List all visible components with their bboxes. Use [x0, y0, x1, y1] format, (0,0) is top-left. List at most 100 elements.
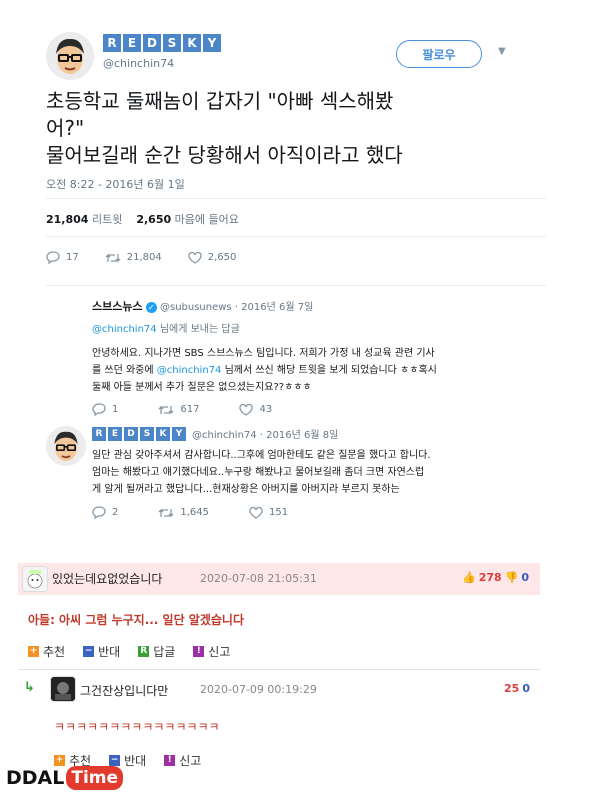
recommend-label: 추천	[43, 645, 66, 659]
comment-votes: 25 0	[504, 682, 530, 695]
profile-avatar[interactable]	[46, 32, 94, 80]
follow-button[interactable]: 팔로우	[396, 40, 482, 68]
name-letter-tile: R	[103, 34, 121, 52]
retweet-icon	[158, 508, 174, 517]
reply-to-line: @chinchin74 님에게 보내는 답글	[92, 320, 542, 335]
divider	[46, 236, 546, 237]
reply-actions: 2 1,645 151	[92, 506, 288, 519]
reply-body-text: 님께서 쓰신 해당 트윗을 보게 되었습니다 ㅎㅎ혹시	[221, 365, 437, 376]
thumbs-up-icon[interactable]: 👍	[462, 571, 476, 584]
like-action[interactable]: 2,650	[188, 251, 236, 264]
reply-avatar[interactable]	[46, 426, 86, 466]
name-letter-tile: E	[108, 426, 122, 441]
verified-badge-icon: ✓	[145, 301, 157, 313]
retweet-action-count: 1,645	[180, 507, 210, 518]
comment-text: ㅋㅋㅋㅋㅋㅋㅋㅋㅋㅋㅋㅋㅋㅋㅋ	[54, 720, 220, 734]
name-letter-tile: Y	[203, 34, 221, 52]
reply-count: 17	[66, 252, 79, 263]
like-count[interactable]: 2,650	[136, 213, 171, 226]
mention-link[interactable]: @chinchin74	[157, 365, 222, 376]
retweet-icon	[158, 405, 174, 414]
avatar-face-icon	[46, 32, 94, 80]
reply-tweet: R E D S K Y @chinchin74 · 2016년 6월 8일 일단…	[92, 426, 542, 498]
minus-icon: −	[83, 646, 95, 657]
reply-author-name[interactable]: 스브스뉴스	[92, 300, 143, 313]
reply-body-line: 둘째 아들 분께서 추가 질문은 없으셨는지요??ㅎㅎㅎ	[92, 382, 312, 393]
heart-icon	[249, 506, 263, 519]
retweet-icon	[105, 253, 121, 262]
plus-icon: +	[54, 755, 65, 766]
comment-buttons: + 추천 − 반대 R 답글 ! 신고	[28, 643, 230, 660]
tweet-card: R E D S K Y @chinchin74 팔로우 ▼ 초등학교 둘째놈이 …	[28, 18, 558, 538]
reply-action[interactable]: 17	[46, 251, 79, 264]
reply-handle-date[interactable]: @chinchin74 · 2016년 6월 8일	[192, 426, 338, 441]
reply-body-text: 를 쓰던 와중에	[92, 365, 157, 376]
display-name[interactable]: R E D S K Y	[103, 34, 221, 52]
tweet-actions: 17 21,804 2,650	[46, 251, 236, 264]
tweet-text-line: 물어보길래 순간 당황해서 아직이라고 했다	[46, 143, 403, 167]
retweet-label: 리트윗	[91, 213, 123, 226]
retweet-action[interactable]: 1,645	[158, 507, 209, 519]
tweet-timestamp[interactable]: 오전 8:22 - 2016년 6월 1일	[46, 176, 185, 192]
divider	[46, 198, 546, 199]
like-label: 마음에 들어요	[174, 213, 239, 226]
reply-body-line: 게 알게 될꺼라고 했답니다...현재상황은 아버지를 아버지라 부르지 못하는	[92, 484, 400, 495]
report-button[interactable]: ! 신고	[164, 752, 201, 769]
report-button[interactable]: ! 신고	[193, 643, 230, 660]
retweet-action[interactable]: 617	[158, 404, 199, 416]
comment-votes: 👍 278 👎 0	[462, 571, 529, 584]
retweet-action[interactable]: 21,804	[105, 252, 162, 264]
recommend-button[interactable]: + 추천	[28, 643, 65, 660]
downvote-count: 0	[522, 682, 530, 695]
reply-label: 답글	[153, 645, 176, 659]
retweet-action-count: 617	[180, 404, 200, 415]
reply-button[interactable]: R 답글	[138, 643, 175, 660]
oppose-button[interactable]: − 반대	[83, 643, 120, 660]
tweet-text: 초등학교 둘째놈이 갑자기 "아빠 섹스해봤 어?" 물어보길래 순간 당황해서…	[46, 88, 546, 169]
reply-body-line: 엄마는 해봤다고 얘기했다네요..누구랑 해봤냐고 물어보길래 좀더 크면 자연…	[92, 467, 425, 478]
heart-icon	[188, 251, 202, 264]
retweet-count[interactable]: 21,804	[46, 213, 88, 226]
like-action[interactable]: 151	[249, 506, 288, 519]
report-label: 신고	[208, 645, 231, 659]
user-level-icon	[22, 566, 48, 592]
like-action[interactable]: 43	[239, 403, 273, 416]
comment-author[interactable]: 있었는데요없었습니다	[52, 570, 162, 587]
name-letter-tile: E	[123, 34, 141, 52]
watermark-time: Time	[66, 766, 124, 790]
reply-action[interactable]: 2	[92, 506, 118, 519]
minus-icon: −	[109, 755, 121, 766]
heart-icon	[239, 403, 254, 416]
mention-link[interactable]: @chinchin74	[92, 324, 157, 335]
reply-actions: 1 617 43	[92, 403, 272, 416]
reply-to-label: 님에게 보내는 답글	[156, 324, 240, 335]
reply-icon	[92, 403, 106, 416]
name-letter-tile: Y	[172, 426, 186, 441]
reply-count: 2	[112, 507, 119, 518]
thumbs-down-icon[interactable]: 👎	[505, 571, 519, 584]
report-label: 신고	[179, 754, 202, 768]
comment-author[interactable]: 그건잔상입니다만	[80, 682, 168, 699]
user-avatar[interactable]	[50, 676, 76, 702]
tweet-stats: 21,804 리트윗 2,650 마음에 들어요	[46, 211, 239, 227]
warning-icon: !	[193, 646, 205, 657]
name-letter-tile: D	[124, 426, 138, 441]
name-letter-tile: R	[92, 426, 106, 441]
plus-icon: +	[28, 646, 39, 657]
divider	[46, 285, 546, 286]
retweet-action-count: 21,804	[126, 252, 162, 263]
tweet-text-line: 초등학교 둘째놈이 갑자기 "아빠 섹스해봤	[46, 89, 394, 113]
name-letter-tile: K	[156, 426, 170, 441]
oppose-label: 반대	[98, 645, 121, 659]
reply-body-line: 를 쓰던 와중에 @chinchin74 님께서 쓰신 해당 트윗을 보게 되었…	[92, 362, 542, 379]
reply-handle-date[interactable]: @subusunews · 2016년 6월 7일	[160, 302, 313, 313]
reply-action[interactable]: 1	[92, 403, 118, 416]
ddaltime-watermark: DDAL Time	[6, 766, 124, 790]
watermark-ddal: DDAL	[6, 767, 65, 789]
chevron-down-icon[interactable]: ▼	[498, 46, 506, 57]
reply-icon	[92, 506, 106, 519]
like-action-count: 43	[259, 404, 273, 415]
user-handle[interactable]: @chinchin74	[103, 57, 174, 70]
reply-body-line: 일단 관심 갖아주셔서 감사합니다..그후에 엄마한테도 같은 질문을 했다고 …	[92, 450, 431, 461]
divider	[18, 669, 540, 670]
